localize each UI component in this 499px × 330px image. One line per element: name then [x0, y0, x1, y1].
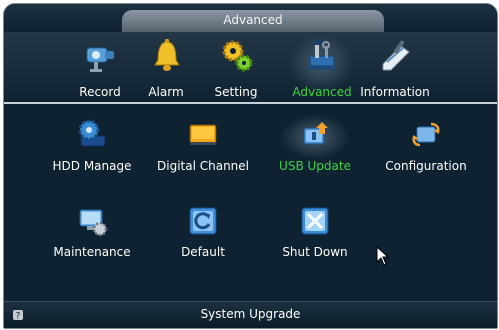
top-menu-setting[interactable]: Setting	[200, 32, 272, 102]
top-menu-label: Setting	[214, 85, 258, 99]
maintenance-icon	[79, 209, 108, 237]
status-text: System Upgrade	[200, 307, 301, 321]
grid-label: Default	[181, 245, 225, 259]
usb-update-icon	[303, 122, 328, 145]
top-menu-label: Information	[360, 85, 430, 99]
title-bar: Advanced	[4, 4, 497, 32]
tv-icon	[189, 124, 217, 145]
top-menu-information[interactable]: Information	[359, 32, 431, 102]
camera-icon	[86, 47, 114, 72]
grid-label: Configuration	[385, 159, 467, 173]
window-title: Advanced	[122, 10, 384, 32]
gears-icon	[222, 40, 253, 72]
grid-label: Digital Channel	[157, 159, 249, 173]
mouse-cursor-icon	[376, 246, 390, 266]
bell-icon	[154, 39, 180, 71]
status-bar: ? System Upgrade	[4, 301, 497, 328]
advanced-window: Advanced Record Alarm Setting Advanced I…	[3, 3, 498, 329]
digital-channel-item[interactable]: Digital Channel	[148, 114, 258, 176]
top-menu-label: Advanced	[292, 85, 352, 99]
tools-icon	[308, 40, 336, 70]
maintenance-item[interactable]: Maintenance	[37, 200, 147, 262]
hdd-manage-item[interactable]: HDD Manage	[37, 114, 147, 176]
top-menu-alarm[interactable]: Alarm	[130, 32, 202, 102]
grid-label: Shut Down	[282, 245, 348, 259]
top-menu: Record Alarm Setting Advanced Informatio…	[4, 32, 497, 102]
advanced-panel: HDD Manage Digital Channel USB Update Co…	[4, 104, 497, 302]
usb-update-item[interactable]: USB Update	[260, 114, 370, 176]
shutdown-icon	[301, 207, 329, 235]
configuration-item[interactable]: Configuration	[371, 114, 481, 176]
default-item[interactable]: Default	[148, 200, 258, 262]
configuration-icon	[412, 122, 440, 147]
info-pen-icon	[382, 40, 410, 71]
top-menu-advanced[interactable]: Advanced	[286, 32, 358, 102]
shut-down-item[interactable]: Shut Down	[260, 200, 370, 262]
default-restore-icon	[189, 207, 217, 235]
hdd-icon	[78, 119, 106, 147]
